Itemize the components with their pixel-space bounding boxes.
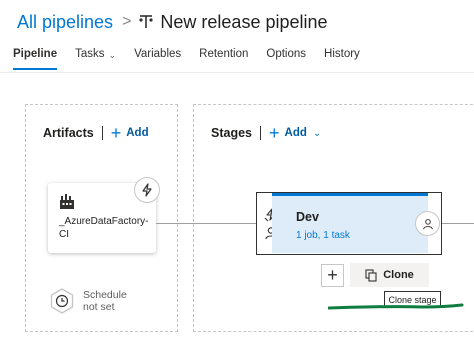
tab-history[interactable]: History — [324, 48, 360, 70]
breadcrumb: All pipelines > New release pipeline — [17, 10, 328, 34]
breadcrumb-all-pipelines-link[interactable]: All pipelines — [17, 12, 113, 33]
annotation-underline — [328, 303, 464, 310]
tab-retention-label: Retention — [199, 48, 249, 60]
data-factory-icon — [60, 194, 74, 209]
breadcrumb-separator: > — [122, 13, 132, 30]
person-icon — [422, 218, 433, 229]
add-stage-plus-button[interactable]: + — [321, 264, 344, 287]
pipeline-tabs: Pipeline Tasks ⌄ Variables Retention Opt… — [13, 48, 378, 70]
schedule-status-text: Schedule not set — [83, 289, 127, 313]
clone-button-label: Clone — [383, 269, 414, 281]
add-artifact-button[interactable]: Add — [126, 127, 148, 139]
tabs-divider — [0, 72, 474, 73]
stage-card-dev[interactable]: Dev 1 job, 1 task — [272, 193, 428, 253]
stage-name: Dev — [296, 210, 319, 224]
tab-tasks-label: Tasks — [75, 48, 105, 60]
tab-options-label: Options — [266, 48, 307, 60]
lightning-icon — [142, 183, 152, 197]
schedule-status[interactable]: Schedule not set — [83, 289, 135, 313]
schedule-icon[interactable] — [50, 288, 74, 314]
tab-pipeline-label: Pipeline — [13, 48, 58, 60]
tab-variables-label: Variables — [134, 48, 182, 60]
tab-options[interactable]: Options — [266, 48, 306, 70]
stages-header: Stages + Add ⌄ — [211, 124, 321, 142]
add-stage-button[interactable]: Add — [285, 127, 307, 139]
clone-stage-button[interactable]: Clone — [350, 263, 429, 287]
plus-icon[interactable]: + — [111, 124, 122, 142]
chevron-down-icon: ⌄ — [108, 50, 117, 60]
post-deployment-conditions-button[interactable] — [415, 211, 440, 236]
header-divider — [101, 126, 103, 140]
chevron-down-icon[interactable]: ⌄ — [313, 128, 321, 139]
artifact-name: _AzureDataFactory-CI — [59, 216, 149, 240]
artifacts-header: Artifacts + Add — [43, 124, 149, 142]
tab-variables[interactable]: Variables — [134, 48, 181, 70]
page-title: New release pipeline — [160, 11, 328, 32]
plus-icon: + — [327, 265, 338, 285]
release-pipeline-icon — [139, 15, 154, 28]
copy-icon — [365, 268, 377, 282]
plus-icon[interactable]: + — [269, 124, 280, 142]
stage-tasks-link[interactable]: 1 job, 1 task — [296, 230, 350, 241]
header-divider — [260, 126, 261, 140]
artifacts-heading: Artifacts — [43, 126, 94, 140]
tab-tasks[interactable]: Tasks ⌄ — [75, 48, 116, 70]
tab-retention[interactable]: Retention — [199, 48, 248, 70]
tab-history-label: History — [324, 48, 360, 60]
tab-pipeline[interactable]: Pipeline — [13, 48, 58, 70]
stages-heading: Stages — [211, 126, 252, 140]
continuous-deployment-trigger-button[interactable] — [134, 177, 160, 203]
